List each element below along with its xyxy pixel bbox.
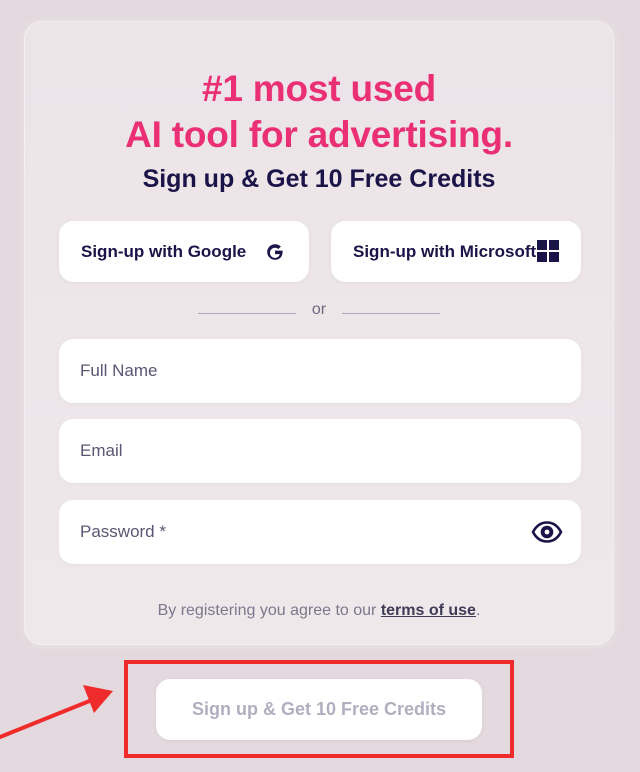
full-name-input[interactable] [59,339,581,403]
microsoft-icon-square-2 [549,240,559,250]
google-signup-button[interactable]: Sign-up with Google [59,221,309,282]
password-field[interactable] [59,500,581,564]
microsoft-icon-square-3 [537,252,547,262]
email-field[interactable] [59,419,581,483]
email-input[interactable] [59,419,581,483]
signup-submit-button[interactable]: Sign up & Get 10 Free Credits [156,679,482,740]
divider-or-text: or [311,301,327,318]
full-name-field[interactable] [59,339,581,403]
microsoft-icon-square-4 [549,252,559,262]
terms-prefix: By registering you agree to our [157,602,381,619]
hero-line-2: AI tool for advertising. [125,114,513,155]
signup-card: #1 most used AI tool for advertising. Si… [24,21,614,645]
password-input[interactable] [59,500,581,564]
microsoft-signup-button[interactable]: Sign-up with Microsoft [331,221,581,282]
divider-right-line [342,313,440,314]
microsoft-signup-label: Sign-up with Microsoft [353,241,537,261]
google-signup-label: Sign-up with Google [81,241,247,261]
divider-left-line [198,313,296,314]
terms-suffix: . [475,602,481,619]
red-annotation-arrow [0,685,113,739]
hero-line-1: #1 most used [201,68,437,109]
google-g-icon [267,244,284,260]
eye-icon[interactable] [531,519,563,545]
microsoft-icon-square-1 [537,240,547,250]
signup-subheading: Sign up & Get 10 Free Credits [142,165,496,193]
terms-text: By registering you agree to our terms of… [25,600,613,622]
terms-of-use-link[interactable]: terms of use [381,602,476,619]
microsoft-windows-icon [537,240,559,262]
